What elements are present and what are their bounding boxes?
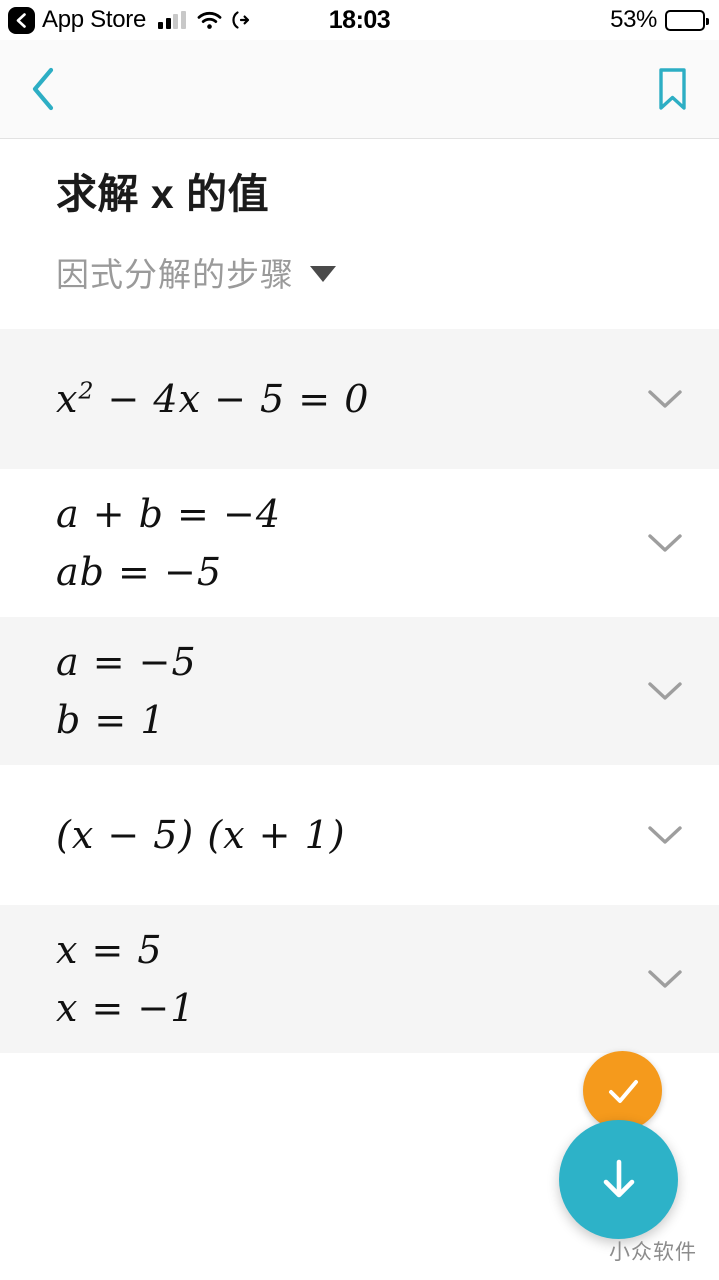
math-expression: a = −5 [56,640,197,685]
navigation-bar [0,40,719,139]
solution-step-row[interactable]: (x − 5) (x + 1) [0,765,719,906]
page-title-variable: x [150,171,175,217]
wifi-icon [197,11,222,30]
page-title: 求解 x 的值 [56,169,719,220]
page-header: 求解 x 的值 因式分解的步骤 [0,139,719,297]
bookmark-button[interactable] [656,67,689,111]
solution-step-content: x2 − 4x − 5 = 0 [56,354,635,444]
page-title-prefix: 求解 [56,171,151,217]
download-button[interactable] [559,1120,678,1239]
caret-down-icon [310,265,336,282]
math-expression: x = −1 [56,986,196,1031]
chevron-down-icon[interactable] [635,678,695,704]
status-back-app-label: App Store [42,6,147,33]
battery-icon [665,9,709,31]
solution-step-content: (x − 5) (x + 1) [56,790,635,880]
math-expression: x = 5 [56,928,163,973]
chevron-down-icon[interactable] [635,822,695,848]
math-expression: ab = −5 [56,550,222,595]
solution-steps-list: x2 − 4x − 5 = 0 a + b = −4 ab = −5 a = −5 b … [0,329,719,1054]
status-bar-right: 53% [610,6,709,34]
math-expression: (x − 5) (x + 1) [56,813,346,858]
method-selector-label: 因式分解的步骤 [56,256,294,294]
math-expression: b = 1 [56,698,166,743]
method-selector[interactable]: 因式分解的步骤 [56,248,336,296]
solution-step-content: x = 5 x = −1 [56,905,635,1053]
status-back-to-app-button[interactable] [8,6,35,34]
math-expression: a + b = −4 [56,492,281,537]
status-bar: App Store 18:03 53% [0,0,719,40]
battery-percentage-label: 53% [610,6,657,33]
back-button[interactable] [28,66,58,112]
cellular-signal-icon [158,11,186,29]
location-arrow-icon [231,10,250,30]
confirm-check-button[interactable] [583,1051,662,1130]
solution-step-content: a + b = −4 ab = −5 [56,469,635,617]
math-expression: x2 − 4x − 5 = 0 [56,376,370,422]
page-title-suffix: 的值 [174,171,270,217]
solution-step-row[interactable]: x = 5 x = −1 [0,905,719,1054]
watermark-label: 小众软件 [609,1241,697,1264]
chevron-down-icon[interactable] [635,966,695,992]
chevron-down-icon[interactable] [635,530,695,556]
chevron-down-icon[interactable] [635,386,695,412]
solution-step-row[interactable]: a = −5 b = 1 [0,617,719,766]
solution-step-row[interactable]: x2 − 4x − 5 = 0 [0,329,719,470]
solution-step-content: a = −5 b = 1 [56,617,635,765]
solution-step-row[interactable]: a + b = −4 ab = −5 [0,469,719,618]
status-bar-left: App Store [8,6,250,34]
